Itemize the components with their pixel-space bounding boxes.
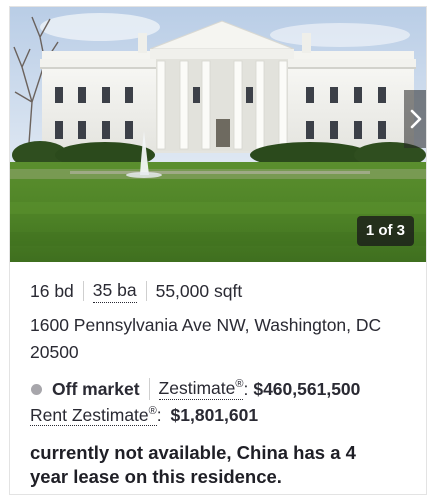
next-photo-button[interactable] [404,90,426,148]
listing-address: 1600 Pennsylvania Ave NW, Washington, DC… [30,315,382,362]
square-footage: 55,000 sqft [155,280,243,301]
divider [145,281,147,301]
listing-card[interactable]: 1 of 3 16 bd 35 ba 55,000 sqft 1600 Penn… [9,6,427,495]
listing-status: Off market [52,378,140,399]
chevron-right-icon [410,109,422,129]
house-photo[interactable]: 1 of 3 [10,7,426,262]
rent-zestimate-row: Rent Zestimate®: $1,801,601 [30,405,422,431]
registered-mark: ® [148,405,157,418]
rent-zestimate-label[interactable]: Rent Zestimate® [30,405,157,426]
rent-zestimate-label-text: Rent Zestimate [30,405,149,425]
rent-zestimate-value: $1,801,601 [170,405,259,425]
listing-details: 16 bd 35 ba 55,000 sqft 1600 Pennsylvani… [30,277,422,489]
zestimate-label-text: Zestimate [158,378,236,398]
colon: : [243,378,249,399]
caption-note: currently not available, China has a 4 y… [30,442,356,487]
photo-counter: 1 of 3 [356,216,414,246]
zestimate-label[interactable]: Zestimate® [158,378,244,400]
baths-count[interactable]: 35 ba [92,280,137,303]
registered-mark: ® [235,378,244,391]
beds-count: 16 bd [30,280,74,301]
divider [148,378,150,400]
home-facts: 16 bd 35 ba 55,000 sqft [30,277,422,305]
status-dot-icon [31,383,42,395]
zestimate-value: $460,561,500 [253,378,361,399]
divider [82,281,84,301]
colon: : [156,405,162,425]
status-row: Off market Zestimate®: $460,561,500 [30,376,422,402]
